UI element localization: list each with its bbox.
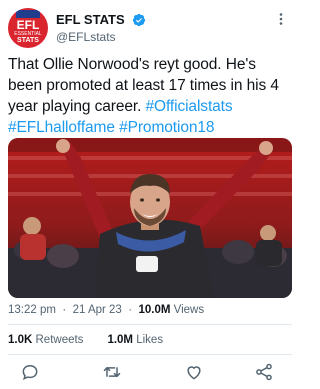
tweet-time: 13:22 pm xyxy=(8,304,56,316)
divider xyxy=(8,354,292,355)
hashtag-eflhalloffame[interactable]: #EFLhalloffame xyxy=(8,119,115,136)
display-name[interactable]: EFL STATS xyxy=(56,12,125,28)
tweet-meta: 13:22 pm · 21 Apr 23 · 10.0M Views xyxy=(8,303,204,317)
retweets-count: 1.0K xyxy=(8,334,33,346)
tweet-text: That Ollie Norwood's reyt good. He's bee… xyxy=(8,54,294,138)
crest-shape xyxy=(16,10,40,18)
avatar[interactable]: EFL ESSENTIAL STATS xyxy=(8,8,48,48)
tweet-date: 21 Apr 23 xyxy=(72,304,122,316)
like-icon[interactable] xyxy=(184,362,204,382)
views-label: Views xyxy=(173,304,205,316)
likes-stat[interactable]: 1.0M Likes xyxy=(107,334,163,346)
avatar-text-line3: STATS xyxy=(17,37,39,44)
likes-label: Likes xyxy=(136,334,164,346)
divider xyxy=(8,324,292,325)
views-count: 10.0M xyxy=(138,304,171,316)
user-handle[interactable]: @EFLstats xyxy=(56,29,146,45)
tweet-header: EFL ESSENTIAL STATS EFL STATS @EFLstats xyxy=(8,8,292,48)
retweets-label: Retweets xyxy=(35,334,84,346)
retweet-icon[interactable] xyxy=(102,362,122,382)
verified-badge-icon xyxy=(132,13,146,26)
retweets-stat[interactable]: 1.0K Retweets xyxy=(8,334,83,346)
media-illustration xyxy=(8,138,292,298)
tweet-body: That Ollie Norwood's reyt good. He's bee… xyxy=(8,56,279,115)
likes-count: 1.0M xyxy=(107,334,134,346)
avatar-text-line1: EFL xyxy=(16,18,40,32)
tweet-stats: 1.0K Retweets 1.0M Likes xyxy=(8,333,163,347)
author-names: EFL STATS @EFLstats xyxy=(56,11,146,45)
tweet-media-image[interactable] xyxy=(8,138,292,298)
hashtag-promotion18[interactable]: #Promotion18 xyxy=(119,119,214,136)
meta-separator: · xyxy=(125,304,136,316)
hashtag-officialstats[interactable]: #Officialstats xyxy=(145,98,232,115)
share-icon[interactable] xyxy=(254,362,274,382)
reply-icon[interactable] xyxy=(20,362,40,382)
action-bar xyxy=(0,362,300,382)
meta-separator: · xyxy=(59,304,70,316)
more-options-icon[interactable] xyxy=(274,12,288,26)
